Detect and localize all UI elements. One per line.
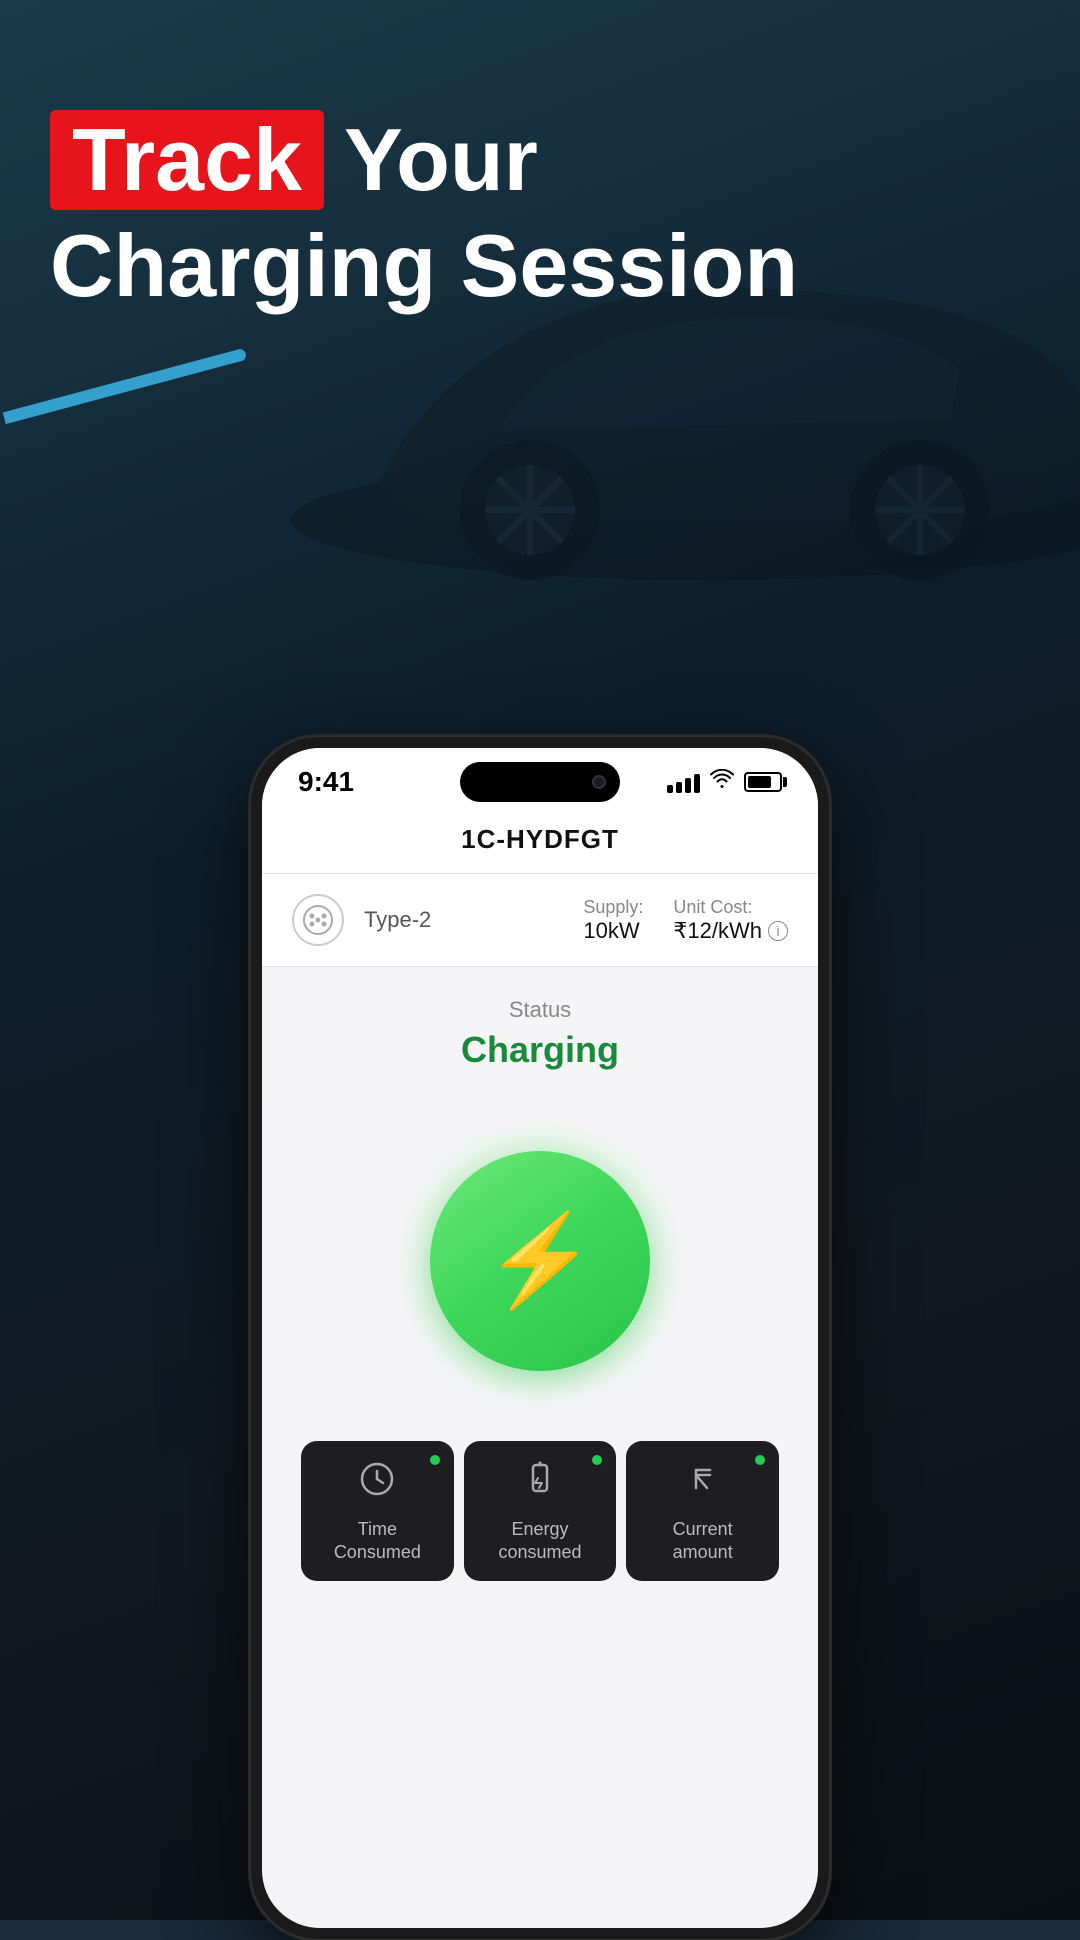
battery-charge-icon (522, 1461, 558, 1506)
app-content: 1C-HYDFGT Type-2 (262, 808, 818, 1615)
energy-consumed-card: Energy consumed (464, 1441, 617, 1581)
info-icon[interactable]: i (768, 921, 788, 941)
status-time: 9:41 (298, 766, 354, 798)
connector-type-label: Type-2 (364, 907, 431, 933)
battery-icon (744, 772, 782, 792)
unit-cost-value: ₹12/kWh i (673, 918, 788, 944)
bolt-icon: ⚡ (484, 1216, 596, 1306)
rupee-icon (685, 1461, 721, 1506)
charging-animation: ⚡ (282, 1101, 798, 1441)
signal-bar-3 (685, 778, 691, 793)
clock-icon (359, 1461, 395, 1506)
info-cards: Time Consumed Energy co (282, 1441, 798, 1595)
connector-type-icon (292, 894, 344, 946)
current-amount-card: Current amount (626, 1441, 779, 1581)
current-amount-status-dot (755, 1455, 765, 1465)
phone-screen: 9:41 (262, 748, 818, 1928)
energy-consumed-status-dot (592, 1455, 602, 1465)
status-icons (667, 769, 782, 795)
station-id: 1C-HYDFGT (282, 824, 798, 855)
signal-bar-1 (667, 785, 673, 793)
unit-cost-label: Unit Cost: (673, 897, 788, 918)
charging-circle-inner: ⚡ (430, 1151, 650, 1371)
header-section: Track Your Charging Session (50, 110, 798, 315)
station-header: 1C-HYDFGT (262, 808, 818, 874)
header-line2: Charging Session (50, 218, 798, 315)
header-line1-rest: Your (344, 114, 538, 206)
signal-bar-2 (676, 782, 682, 793)
time-consumed-status-dot (430, 1455, 440, 1465)
supply-label: Supply: (583, 897, 643, 918)
connector-specs: Supply: 10kW Unit Cost: ₹12/kWh i (583, 897, 788, 944)
battery-fill (748, 776, 771, 788)
signal-bar-4 (694, 774, 700, 793)
current-amount-label: Current amount (640, 1518, 765, 1565)
status-bar: 9:41 (262, 748, 818, 808)
header-line1: Track Your (50, 110, 798, 210)
unit-cost-spec: Unit Cost: ₹12/kWh i (673, 897, 788, 944)
connector-info-bar: Type-2 Supply: 10kW Unit Cost: ₹12/kWh i (262, 874, 818, 967)
supply-value: 10kW (583, 918, 643, 944)
status-value: Charging (282, 1029, 798, 1071)
dynamic-island (460, 762, 620, 802)
camera-dot (592, 775, 606, 789)
time-consumed-card: Time Consumed (301, 1441, 454, 1581)
energy-consumed-label: Energy consumed (478, 1518, 603, 1565)
track-badge: Track (50, 110, 324, 210)
status-label: Status (282, 997, 798, 1023)
time-consumed-label: Time Consumed (315, 1518, 440, 1565)
charging-circle-outer: ⚡ (400, 1121, 680, 1401)
signal-icon (667, 771, 700, 793)
supply-spec: Supply: 10kW (583, 897, 643, 944)
phone-outer-frame: 9:41 (250, 736, 830, 1940)
status-area: Status Charging ⚡ (262, 967, 818, 1615)
phone-mockup: 9:41 (250, 736, 830, 1940)
wifi-icon (710, 769, 734, 795)
